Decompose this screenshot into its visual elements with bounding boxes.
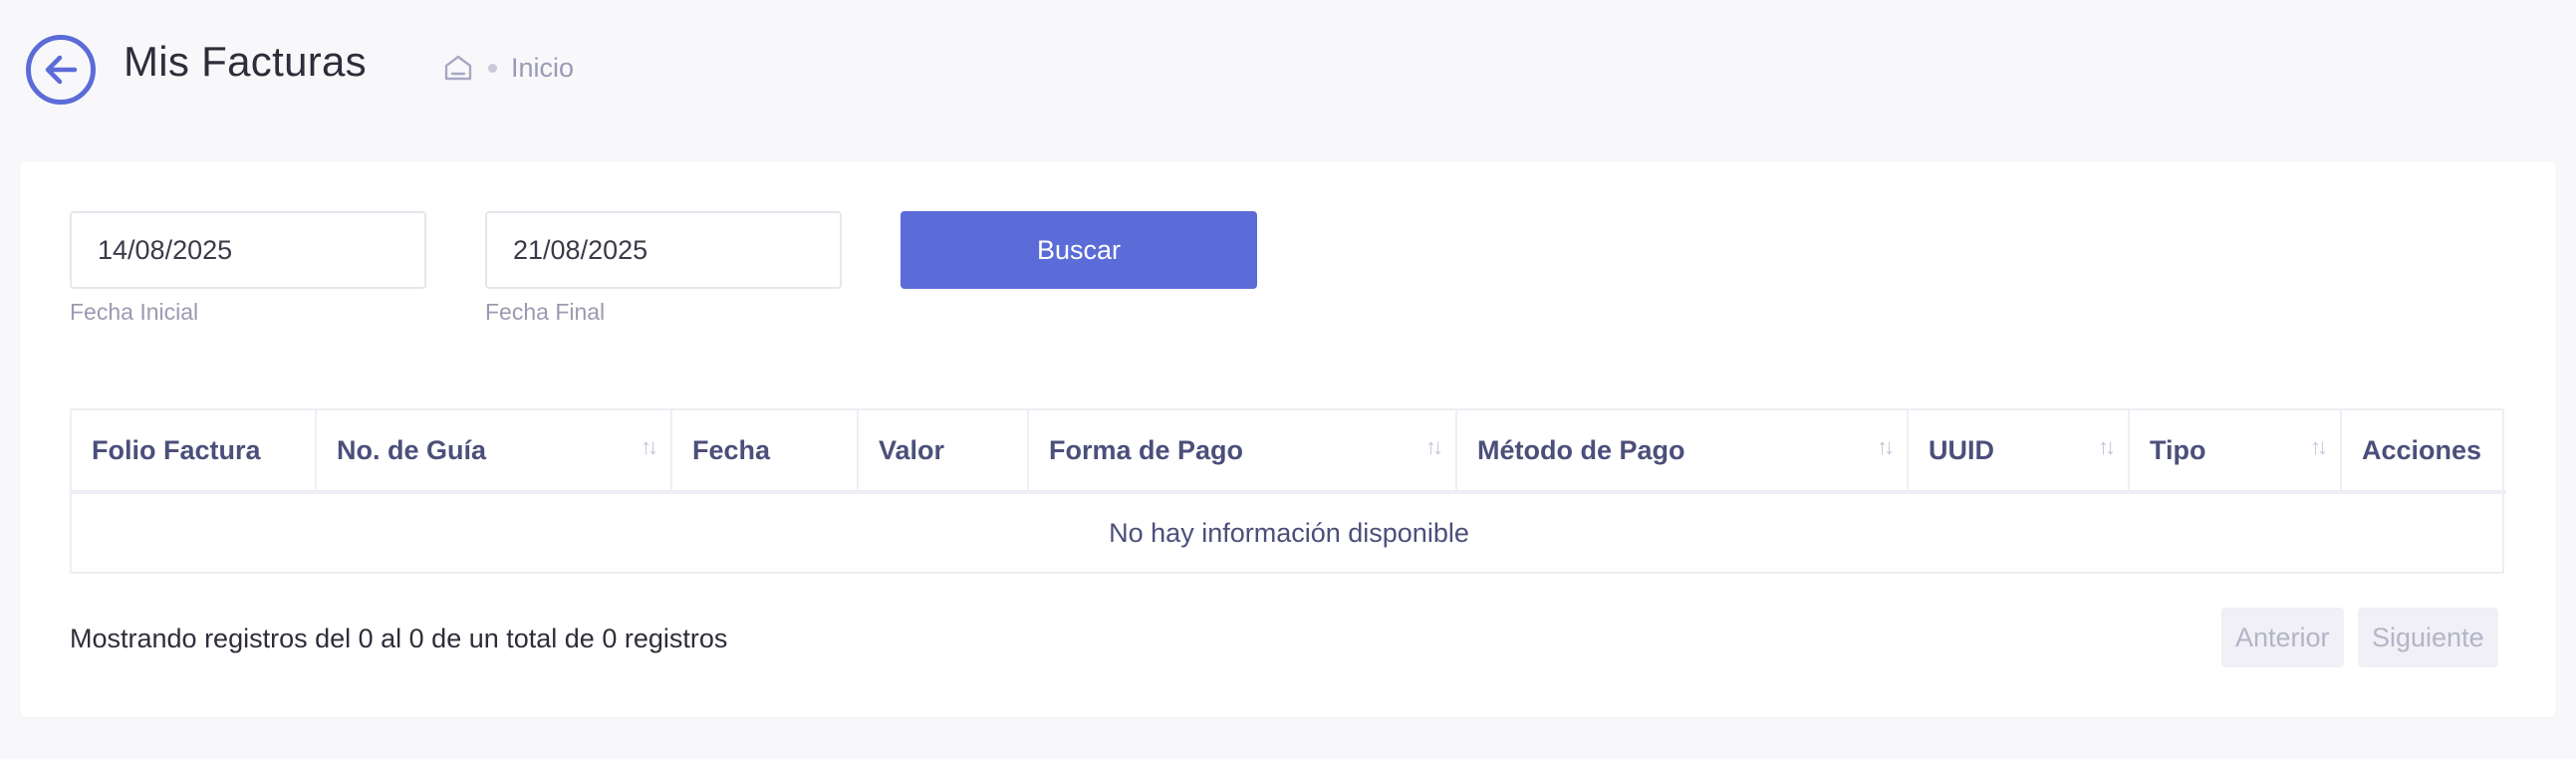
column-tipo[interactable]: Tipo ↑↓ bbox=[2129, 410, 2342, 494]
sort-icon[interactable]: ↑↓ bbox=[1877, 434, 1895, 460]
table-header-row: Folio Factura No. de Guía ↑↓ Fecha Valor … bbox=[72, 410, 2506, 494]
breadcrumb-item-inicio[interactable]: Inicio bbox=[511, 53, 574, 84]
search-button[interactable]: Buscar bbox=[901, 211, 1257, 289]
column-no-guia[interactable]: No. de Guía ↑↓ bbox=[316, 410, 672, 494]
start-date-input[interactable] bbox=[70, 211, 426, 289]
column-folio-factura[interactable]: Folio Factura bbox=[72, 410, 317, 494]
column-forma-pago[interactable]: Forma de Pago ↑↓ bbox=[1028, 410, 1457, 494]
start-date-label: Fecha Inicial bbox=[70, 299, 199, 325]
column-valor[interactable]: Valor bbox=[858, 410, 1029, 494]
sort-icon[interactable]: ↑↓ bbox=[2310, 434, 2328, 460]
sort-icon[interactable]: ↑↓ bbox=[641, 434, 658, 460]
table-row: No hay información disponible bbox=[72, 492, 2506, 572]
page-header: Mis Facturas Inicio bbox=[0, 0, 2576, 139]
end-date-label: Fecha Final bbox=[485, 299, 606, 325]
column-acciones: Acciones bbox=[2341, 410, 2506, 494]
sort-icon[interactable]: ↑↓ bbox=[2098, 434, 2116, 460]
records-info: Mostrando registros del 0 al 0 de un tot… bbox=[70, 624, 728, 653]
breadcrumb-separator bbox=[488, 63, 497, 73]
column-uuid[interactable]: UUID ↑↓ bbox=[1908, 410, 2130, 494]
next-page-button[interactable]: Siguiente bbox=[2358, 608, 2498, 667]
page-title: Mis Facturas bbox=[124, 38, 367, 85]
back-button[interactable] bbox=[26, 35, 96, 105]
breadcrumb: Inicio bbox=[442, 50, 574, 86]
empty-table-message: No hay información disponible bbox=[1109, 517, 1469, 548]
column-fecha[interactable]: Fecha bbox=[671, 410, 859, 494]
invoices-card: Fecha Inicial Fecha Final Buscar Folio F… bbox=[20, 161, 2556, 717]
sort-icon[interactable]: ↑↓ bbox=[1425, 434, 1443, 460]
column-metodo-pago[interactable]: Método de Pago ↑↓ bbox=[1456, 410, 1909, 494]
home-icon[interactable] bbox=[442, 53, 474, 83]
arrow-left-icon bbox=[45, 55, 78, 85]
previous-page-button[interactable]: Anterior bbox=[2221, 608, 2344, 667]
end-date-input[interactable] bbox=[485, 211, 842, 289]
invoices-table: Folio Factura No. de Guía ↑↓ Fecha Valor … bbox=[70, 408, 2506, 574]
